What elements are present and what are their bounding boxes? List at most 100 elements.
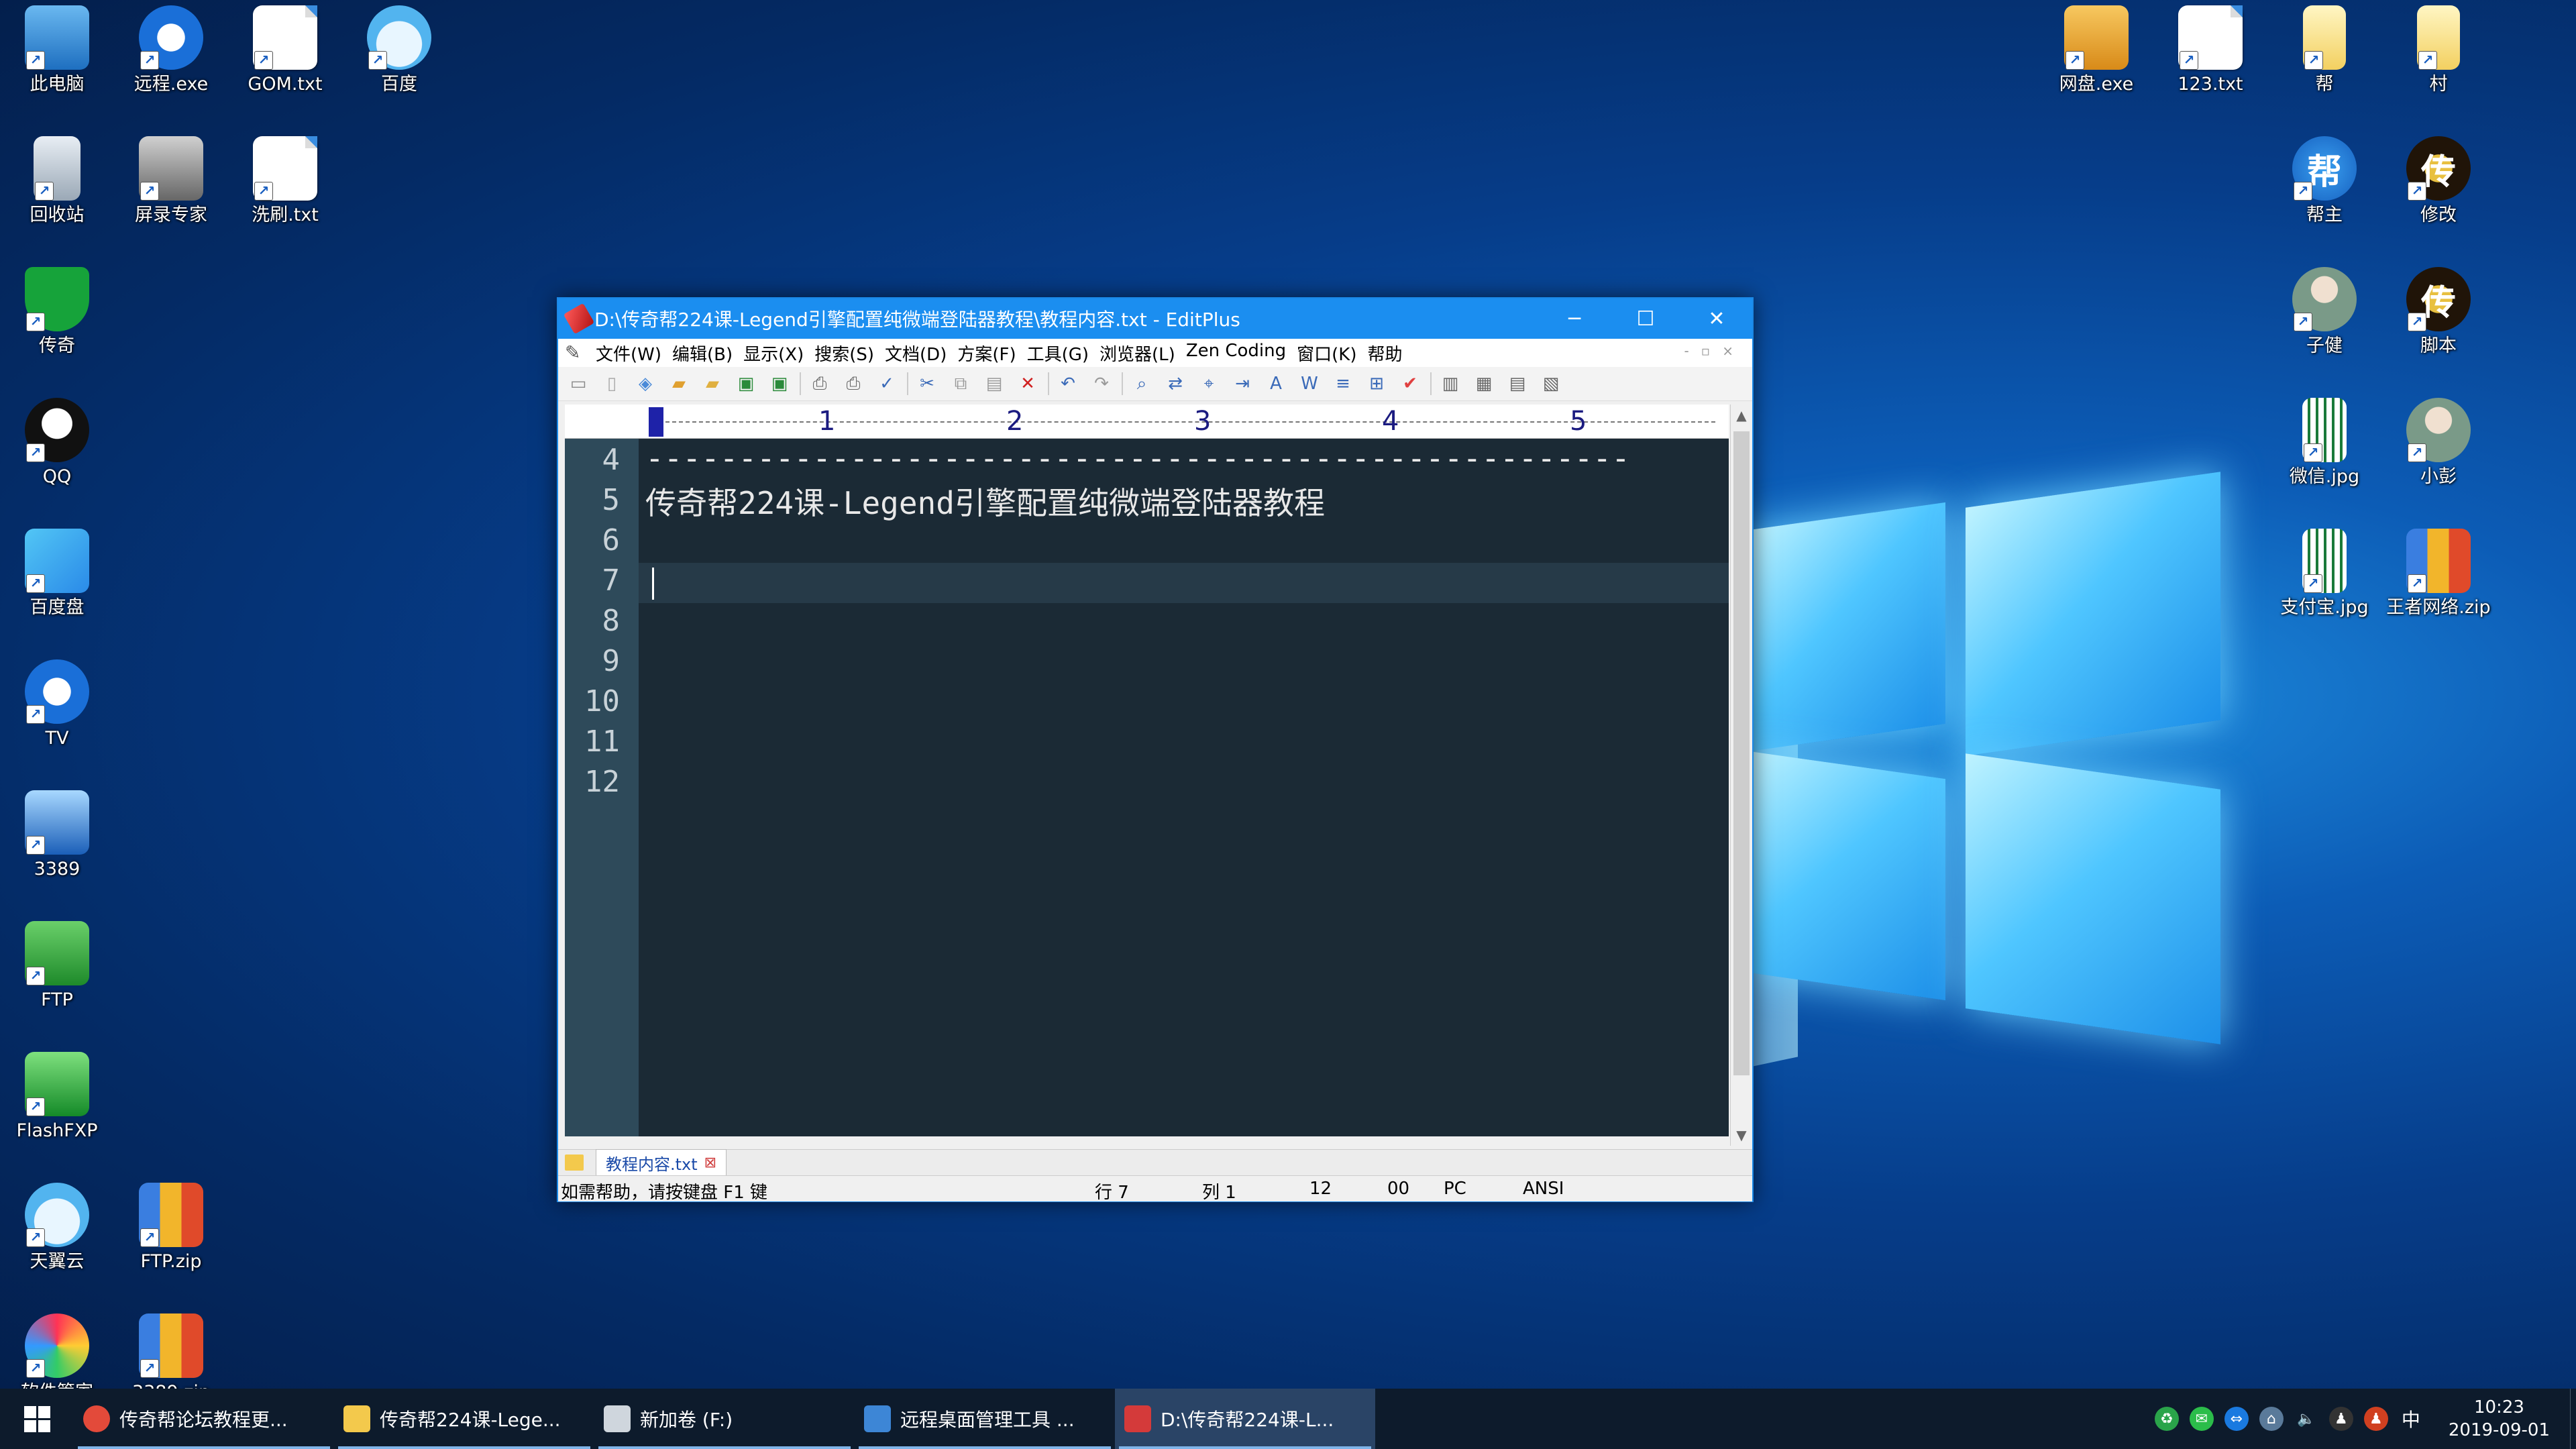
desktop-icon-9[interactable]: ↗ 百度盘 [0,529,114,619]
desktop-icon-11[interactable]: ↗ 3389 [0,790,114,880]
text-editor[interactable]: 4 5 6 7 8 9 10 11 12 -------------------… [565,439,1729,1136]
show-desktop-button[interactable] [2570,1389,2576,1449]
find-icon[interactable]: ⌕ [1128,370,1155,397]
desktop-icon-1[interactable]: ↗ 123.txt [2153,5,2267,95]
wechat-icon[interactable]: ✉ [2189,1407,2214,1431]
redo-icon[interactable]: ↷ [1088,370,1115,397]
desktop-icon-10[interactable]: ↗ 支付宝.jpg [2267,529,2381,619]
desktop-icon-8[interactable]: ↗ 微信.jpg [2267,398,2381,488]
menu-item-2[interactable]: 显示(X) [738,341,809,366]
ruler-icon[interactable]: ⊞ [1363,370,1390,397]
menu-item-4[interactable]: 文档(D) [879,341,952,366]
close-button[interactable]: ✕ [1681,299,1752,339]
document-window-controls[interactable]: -▫× [1684,343,1746,359]
qq-tray-icon[interactable]: ♟ [2328,1407,2353,1431]
desktop-icon-3[interactable]: ↗ 百度 [342,5,456,95]
output-window-icon[interactable]: ▤ [1504,370,1531,397]
desktop-icon-10[interactable]: ↗ TV [0,659,114,749]
scroll-up-arrow[interactable]: ▲ [1731,407,1752,423]
clock[interactable]: 10:23 2019-09-01 [2449,1396,2550,1442]
menu-item-7[interactable]: 浏览器(L) [1094,341,1181,366]
desktop-icon-0[interactable]: ↗ 此电脑 [0,5,114,95]
undo-icon[interactable]: ↶ [1055,370,1081,397]
document-tab[interactable]: 教程内容.txt ⊠ [596,1149,727,1176]
taskbar-item-1[interactable]: 传奇帮224课-Lege... [334,1389,594,1449]
editplus-window[interactable]: D:\传奇帮224课-Legend引擎配置纯微端登陆器教程\教程内容.txt -… [557,297,1754,1203]
code-line-5[interactable]: 传奇帮224课-Legend引擎配置纯微端登陆器教程 [645,479,1325,523]
print-icon[interactable]: ⎙ [840,370,867,397]
desktop-icon-13[interactable]: ↗ FlashFXP [0,1052,114,1142]
open-folder-icon[interactable]: ▰ [699,370,726,397]
input-method-indicator[interactable]: 中 [2399,1407,2423,1431]
line-number-icon[interactable]: ≡ [1330,370,1356,397]
menu-item-1[interactable]: 编辑(B) [667,341,738,366]
desktop-icon-6[interactable]: ↗ 洗刷.txt [228,136,342,226]
desktop-icon-0[interactable]: ↗ 网盘.exe [2039,5,2153,95]
delete-icon[interactable]: ✕ [1014,370,1041,397]
folder-icon[interactable] [565,1155,584,1171]
close-tab-icon[interactable]: ⊠ [704,1155,716,1171]
cliptext-window-icon[interactable]: ▦ [1470,370,1497,397]
desktop-icon-6[interactable]: ↗ 子健 [2267,267,2381,357]
recycle-tray-icon[interactable]: ♻ [2154,1407,2179,1431]
cut-icon[interactable]: ✂ [914,370,941,397]
maximize-button[interactable]: ☐ [1610,299,1681,339]
desktop-icon-7[interactable]: 传 ↗ 脚本 [2381,267,2496,357]
spellcheck-icon[interactable]: ✓ [873,370,900,397]
teamviewer-tray-icon[interactable]: ⇔ [2224,1407,2249,1431]
find-in-files-icon[interactable]: ⌖ [1195,370,1222,397]
save-icon[interactable]: ▣ [733,370,759,397]
menu-item-5[interactable]: 方案(F) [952,341,1021,366]
word-wrap-icon[interactable]: W [1296,370,1323,397]
goto-icon[interactable]: ⇥ [1229,370,1256,397]
save-all-icon[interactable]: ▣ [766,370,793,397]
volume-icon[interactable]: 🔈 [2294,1407,2318,1431]
print-preview-icon[interactable]: ⎙ [806,370,833,397]
vertical-scrollbar[interactable]: ▲ ▼ [1730,405,1752,1146]
desktop-icon-4[interactable]: ↗ 回收站 [0,136,114,226]
desktop-icon-2[interactable]: ↗ 帮 [2267,5,2381,95]
taskbar-item-0[interactable]: 传奇帮论坛教程更... [74,1389,334,1449]
desktop-icon-15[interactable]: ↗ FTP.zip [114,1183,228,1273]
new-blank-icon[interactable]: ▯ [598,370,625,397]
menu-item-3[interactable]: 搜索(S) [809,341,879,366]
replace-icon[interactable]: ⇄ [1162,370,1189,397]
browser-icon[interactable]: ◈ [632,370,659,397]
qq-tray-icon-2[interactable]: ♟ [2363,1407,2388,1431]
open-icon[interactable]: ▰ [665,370,692,397]
desktop-icon-8[interactable]: ↗ QQ [0,398,114,488]
taskbar-item-2[interactable]: 新加卷 (F:) [594,1389,855,1449]
new-file-icon[interactable]: ▭ [565,370,592,397]
minimize-button[interactable]: ─ [1539,299,1610,339]
menu-item-6[interactable]: 工具(G) [1022,341,1094,366]
desktop-icon-2[interactable]: ↗ GOM.txt [228,5,342,95]
desktop-icon-12[interactable]: ↗ FTP [0,921,114,1011]
network-icon[interactable]: ⌂ [2259,1407,2284,1431]
desktop-icon-7[interactable]: ↗ 传奇 [0,267,114,357]
copy-icon[interactable]: ⧉ [947,370,974,397]
desktop-icon-9[interactable]: ↗ 小彭 [2381,398,2496,488]
scrollbar-thumb[interactable] [1733,431,1750,1075]
taskbar-item-4[interactable]: D:\传奇帮224课-L... [1115,1389,1375,1449]
scroll-down-arrow[interactable]: ▼ [1731,1127,1752,1143]
menu-item-0[interactable]: 文件(W) [590,341,667,366]
directory-window-icon[interactable]: ▥ [1437,370,1464,397]
paste-icon[interactable]: ▤ [981,370,1008,397]
desktop-icon-1[interactable]: ↗ 远程.exe [114,5,228,95]
desktop-icon-5[interactable]: ↗ 屏录专家 [114,136,228,226]
code-line-4[interactable]: ----------------------------------------… [645,440,1630,476]
taskbar-item-3[interactable]: 远程桌面管理工具 ... [855,1389,1115,1449]
start-button[interactable] [0,1389,74,1449]
desktop-icon-4[interactable]: 帮 ↗ 帮主 [2267,136,2381,226]
desktop-icon-14[interactable]: ↗ 天翼云 [0,1183,114,1273]
menu-item-10[interactable]: 帮助 [1362,341,1407,366]
font-icon[interactable]: A [1263,370,1289,397]
desktop-icon-5[interactable]: 传 ↗ 修改 [2381,136,2496,226]
checkmark-icon[interactable]: ✔ [1397,370,1424,397]
menu-item-8[interactable]: Zen Coding [1181,341,1291,366]
title-bar[interactable]: D:\传奇帮224课-Legend引擎配置纯微端登陆器教程\教程内容.txt -… [558,299,1752,339]
menu-item-9[interactable]: 窗口(K) [1291,341,1362,366]
desktop-icon-3[interactable]: ↗ 村 [2381,5,2496,95]
desktop-icon-11[interactable]: ↗ 王者网络.zip [2381,529,2496,619]
tile-window-icon[interactable]: ▧ [1538,370,1564,397]
